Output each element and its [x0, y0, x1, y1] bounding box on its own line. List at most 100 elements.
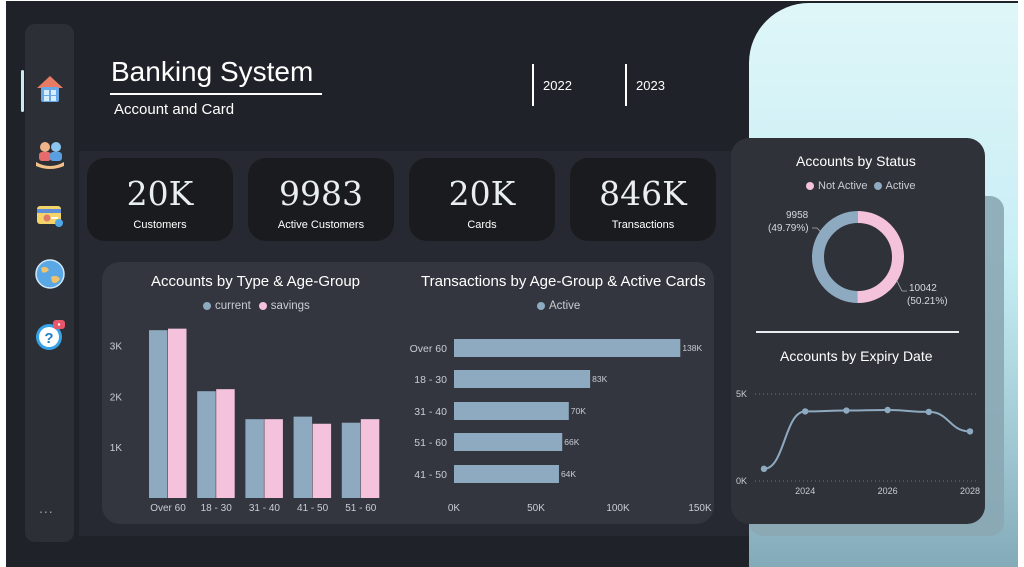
data-point: [802, 408, 809, 415]
page-subtitle: Account and Card: [114, 101, 235, 118]
data-label-pct: (49.79%): [768, 223, 809, 234]
legend-label-savings: savings: [270, 300, 310, 312]
x-tick-label: Over 60: [150, 503, 186, 514]
bar-active: [454, 370, 591, 388]
y-tick-label: 31 - 40: [414, 406, 447, 418]
legend-status: Not Active Active: [806, 180, 916, 192]
data-label: 138K: [682, 343, 702, 353]
bar-current: [149, 330, 168, 498]
legend-dot-active-status: [873, 182, 882, 190]
y-tick-label: Over 60: [410, 343, 448, 355]
kpi-value: 9983: [279, 174, 363, 213]
kpi-label: Transactions: [611, 219, 675, 231]
sidebar-item-help[interactable]: ?: [31, 316, 69, 354]
legend-dot-current: [203, 302, 211, 310]
legend-dot-active: [537, 302, 545, 310]
bar-active: [454, 433, 563, 451]
legend-accounts-type: current savings: [203, 300, 310, 312]
bar-savings: [264, 419, 283, 498]
globe-icon: [35, 259, 65, 289]
legend-dot-not-active: [806, 182, 814, 190]
bar-savings: [216, 389, 235, 498]
y-tick-label: 51 - 60: [414, 437, 447, 449]
x-tick-label: 41 - 50: [297, 503, 329, 514]
y-tick-label: 18 - 30: [414, 374, 447, 386]
bar-savings: [312, 423, 332, 498]
data-label: 10042: [909, 283, 937, 294]
x-tick-label: 2028: [960, 486, 980, 496]
page-title: Banking System: [111, 56, 314, 87]
y-tick-label: 1K: [110, 443, 123, 454]
legend-label-active-status: Active: [885, 180, 916, 192]
data-label: 66K: [564, 437, 579, 447]
donut-slice-not-active: [857, 211, 904, 303]
bar-active: [454, 402, 569, 420]
x-tick-label: 50K: [527, 503, 545, 514]
kpi-card-cards: 20K Cards: [409, 158, 555, 241]
leader-line: [812, 227, 822, 233]
chart-title-transactions: Transactions by Age-Group & Active Cards: [421, 273, 706, 290]
y-tick-label: 3K: [110, 341, 123, 352]
active-nav-indicator: [21, 70, 24, 112]
x-tick-label: 100K: [606, 503, 630, 514]
data-point: [760, 465, 768, 473]
y-tick-label: 5K: [736, 389, 747, 399]
x-tick-label: 0K: [448, 503, 461, 514]
customers-icon: [36, 142, 64, 169]
data-point: [966, 428, 974, 435]
bar-current: [341, 422, 361, 498]
legend-label-not-active: Not Active: [818, 180, 868, 192]
kpi-card-active-customers: 9983 Active Customers: [248, 158, 394, 241]
home-icon: [37, 76, 63, 102]
bar-current: [245, 419, 264, 498]
card-divider: [756, 331, 959, 333]
data-point: [925, 408, 932, 416]
sidebar-item-cards[interactable]: [31, 196, 69, 234]
data-point: [884, 406, 891, 414]
year-filter-2023[interactable]: 2023: [625, 64, 665, 106]
x-tick-label: 31 - 40: [249, 503, 281, 514]
legend-dot-savings: [258, 302, 267, 310]
svg-text:?: ?: [44, 330, 53, 347]
y-tick-label: 2K: [110, 392, 123, 403]
chart-title-status: Accounts by Status: [796, 153, 916, 169]
sidebar-item-home[interactable]: [31, 70, 69, 108]
data-point: [843, 407, 850, 414]
data-label: 70K: [571, 406, 586, 416]
data-label: 64K: [561, 469, 576, 479]
card-icon: [37, 206, 63, 227]
bar-active: [454, 339, 681, 357]
sidebar-item-customers[interactable]: [31, 135, 69, 173]
legend-label-active: Active: [549, 300, 581, 312]
kpi-label: Active Customers: [277, 219, 365, 231]
kpi-value: 20K: [448, 174, 516, 213]
x-tick-label: 150K: [688, 503, 712, 514]
legend-label-current: current: [215, 300, 251, 312]
leader-line: [896, 280, 907, 292]
kpi-label: Customers: [133, 219, 187, 231]
y-tick-label: 0K: [736, 476, 747, 486]
transactions-by-age-chart: Over 60 138K 18 - 30 83K 31 - 40 70K 51 - 60 66…: [410, 339, 712, 514]
y-tick-label: 41 - 50: [414, 469, 447, 481]
legend-transactions: Active: [537, 300, 580, 312]
kpi-card-transactions: 846K Transactions: [570, 158, 716, 241]
bar-current: [197, 391, 216, 498]
x-tick-label: 2024: [795, 486, 815, 496]
chart-title-accounts-type: Accounts by Type & Age-Group: [151, 273, 361, 290]
data-label-pct: (50.21%): [907, 296, 948, 307]
series-line: [763, 409, 971, 470]
chart-title-expiry: Accounts by Expiry Date: [780, 348, 933, 364]
more-options-button[interactable]: ...: [39, 500, 54, 516]
bar-active: [454, 465, 559, 483]
title-underline: [110, 93, 322, 95]
donut-slice-active: [811, 211, 859, 303]
sidebar-nav: ? ...: [25, 24, 74, 542]
kpi-label: Cards: [467, 219, 497, 231]
kpi-card-customers: 20K Customers: [87, 158, 233, 241]
sidebar-item-globe[interactable]: [31, 255, 69, 293]
data-label: 83K: [592, 374, 607, 384]
year-filter-2022[interactable]: 2022: [532, 64, 572, 106]
x-tick-label: 18 - 30: [201, 503, 233, 514]
kpi-value: 20K: [126, 174, 194, 213]
bar-savings: [360, 419, 380, 498]
